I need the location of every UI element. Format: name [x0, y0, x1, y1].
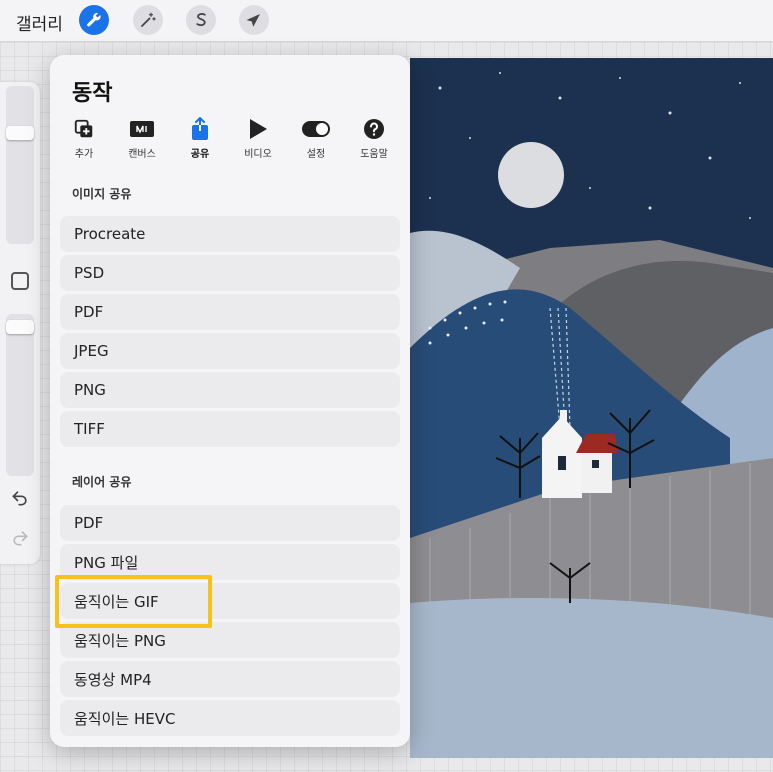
add-icon: [74, 119, 93, 138]
tab-add[interactable]: 추가: [60, 117, 108, 161]
brush-size-slider[interactable]: [6, 86, 34, 244]
help-icon: [364, 119, 384, 139]
modify-square-button[interactable]: [11, 272, 29, 290]
layer-share-pdf[interactable]: PDF: [60, 505, 400, 541]
brush-size-knob[interactable]: [6, 126, 34, 140]
actions-button[interactable]: [79, 5, 109, 35]
layer-share-animated-png[interactable]: 움직이는 PNG: [60, 622, 400, 658]
share-procreate[interactable]: Procreate: [60, 216, 400, 252]
share-jpeg[interactable]: JPEG: [60, 333, 400, 369]
actions-panel: 동작 추가 캔버스 공유 비디오 설정 도움말 이미지 공유 Procreate…: [50, 55, 410, 747]
layer-share-label: 레이어 공유: [72, 475, 132, 489]
transform-button[interactable]: [239, 5, 269, 35]
selection-s-icon: [196, 13, 206, 27]
image-share-label: 이미지 공유: [72, 187, 132, 201]
share-psd[interactable]: PSD: [60, 255, 400, 291]
selection-button[interactable]: [186, 5, 216, 35]
play-icon: [250, 119, 267, 139]
panel-title: 동작: [72, 81, 113, 106]
actions-tabs: 추가 캔버스 공유 비디오 설정 도움말: [60, 117, 405, 161]
undo-icon[interactable]: [10, 488, 30, 508]
magic-wand-icon: [141, 12, 156, 27]
arrow-cursor-icon: [246, 14, 260, 27]
layer-share-mp4-video[interactable]: 동영상 MP4: [60, 661, 400, 697]
left-sidebar: [0, 82, 40, 564]
canvas-artwork[interactable]: [410, 58, 773, 758]
tab-video[interactable]: 비디오: [234, 117, 282, 161]
canvas-icon: [130, 121, 154, 137]
artwork-illustration: [410, 58, 773, 758]
opacity-slider[interactable]: [6, 314, 34, 476]
adjustments-button[interactable]: [133, 5, 163, 35]
share-icon: [192, 117, 208, 140]
opacity-knob[interactable]: [6, 320, 34, 334]
gallery-button[interactable]: 갤러리: [16, 10, 63, 35]
tab-help[interactable]: 도움말: [350, 117, 398, 161]
layer-share-animated-hevc[interactable]: 움직이는 HEVC: [60, 700, 400, 736]
top-toolbar: 갤러리: [0, 0, 773, 42]
share-pdf[interactable]: PDF: [60, 294, 400, 330]
share-tiff[interactable]: TIFF: [60, 411, 400, 447]
tab-canvas[interactable]: 캔버스: [118, 117, 166, 161]
layer-share-animated-gif[interactable]: 움직이는 GIF: [60, 583, 400, 619]
wrench-icon: [87, 13, 101, 27]
toggle-icon: [302, 121, 330, 137]
layer-share-png-files[interactable]: PNG 파일: [60, 544, 400, 580]
share-png[interactable]: PNG: [60, 372, 400, 408]
tab-settings[interactable]: 설정: [292, 117, 340, 161]
tab-share[interactable]: 공유: [176, 117, 224, 161]
redo-icon[interactable]: [10, 528, 30, 548]
